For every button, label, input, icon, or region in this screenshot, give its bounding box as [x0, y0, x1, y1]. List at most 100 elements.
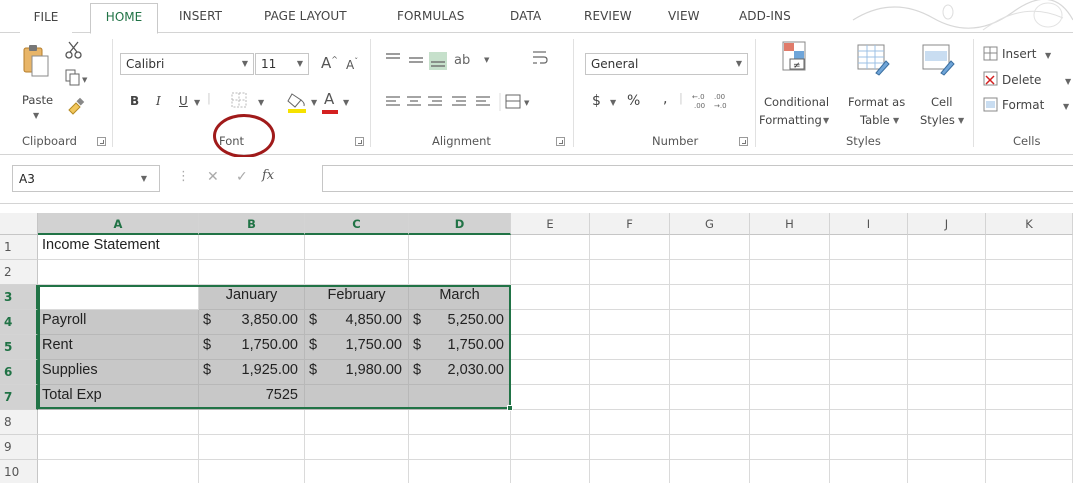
cell-g9[interactable]	[670, 435, 750, 460]
formula-bar-splitter[interactable]: ⋮	[177, 169, 190, 184]
cell-c10[interactable]	[305, 460, 409, 483]
cell-amount[interactable]: $5,250.00	[409, 310, 511, 335]
cell-g6[interactable]	[670, 360, 750, 385]
conditional-formatting-label[interactable]: Conditional	[764, 95, 829, 109]
cell-i8[interactable]	[830, 410, 908, 435]
column-header-i[interactable]: I	[830, 213, 908, 235]
alignment-dialog-launcher[interactable]	[556, 137, 565, 146]
italic-button[interactable]: I	[156, 94, 161, 108]
cell-amount[interactable]: $1,980.00	[305, 360, 409, 385]
cell-f4[interactable]	[590, 310, 670, 335]
fill-color-icon[interactable]	[286, 90, 310, 114]
cell-f6[interactable]	[590, 360, 670, 385]
row-header-9[interactable]: 9	[0, 435, 38, 460]
cell-k9[interactable]	[986, 435, 1073, 460]
tab-formulas[interactable]: FORMULAS	[397, 9, 464, 23]
comma-button[interactable]: ,	[663, 91, 667, 107]
column-header-j[interactable]: J	[908, 213, 986, 235]
tab-insert[interactable]: INSERT	[179, 9, 222, 23]
cell-amount[interactable]: $1,750.00	[409, 335, 511, 360]
cell-d10[interactable]	[409, 460, 511, 483]
cell-h9[interactable]	[750, 435, 830, 460]
cell-b8[interactable]	[199, 410, 305, 435]
cell-b9[interactable]	[199, 435, 305, 460]
format-as-table-label[interactable]: Format as	[848, 95, 905, 109]
cell-d9[interactable]	[409, 435, 511, 460]
decimal-buttons-icon[interactable]: ←.0 .00 .00 →.0	[690, 89, 738, 113]
cell-a9[interactable]	[38, 435, 199, 460]
font-size-combo[interactable]: 11 ▼	[255, 53, 309, 75]
cell-j6[interactable]	[908, 360, 986, 385]
cell-a2[interactable]	[38, 260, 199, 285]
cell-j8[interactable]	[908, 410, 986, 435]
wrap-text-icon[interactable]	[531, 49, 549, 69]
cell-i6[interactable]	[830, 360, 908, 385]
cell-k10[interactable]	[986, 460, 1073, 483]
cell-b1[interactable]	[199, 235, 305, 260]
cell-k1[interactable]	[986, 235, 1073, 260]
cell-i7[interactable]	[830, 385, 908, 410]
cell-c8[interactable]	[305, 410, 409, 435]
cell-e7[interactable]	[511, 385, 590, 410]
row-header-5[interactable]: 5	[0, 335, 38, 360]
cell-amount[interactable]: $1,750.00	[305, 335, 409, 360]
cell-i10[interactable]	[830, 460, 908, 483]
cell-k7[interactable]	[986, 385, 1073, 410]
cell-e10[interactable]	[511, 460, 590, 483]
column-header-b[interactable]: B	[199, 213, 305, 235]
fill-color-dropdown-arrow[interactable]: ▼	[311, 98, 317, 107]
cell-i1[interactable]	[830, 235, 908, 260]
row-header-8[interactable]: 8	[0, 410, 38, 435]
underline-button[interactable]: U	[179, 94, 188, 108]
cell-k8[interactable]	[986, 410, 1073, 435]
cell-h6[interactable]	[750, 360, 830, 385]
delete-cells-icon[interactable]	[983, 71, 999, 87]
cell-e5[interactable]	[511, 335, 590, 360]
cancel-icon[interactable]: ✕	[207, 169, 219, 185]
row-header-10[interactable]: 10	[0, 460, 38, 483]
cell-j5[interactable]	[908, 335, 986, 360]
vertical-alignment-buttons[interactable]: ab ▼	[384, 48, 504, 72]
cell-c9[interactable]	[305, 435, 409, 460]
row-header-1[interactable]: 1	[0, 235, 38, 260]
row-header-7[interactable]: 7	[0, 385, 38, 410]
cell-i3[interactable]	[830, 285, 908, 310]
cell-b2[interactable]	[199, 260, 305, 285]
bold-button[interactable]: B	[130, 94, 139, 108]
cell-h2[interactable]	[750, 260, 830, 285]
cell-amount[interactable]: $1,750.00	[199, 335, 305, 360]
enter-icon[interactable]: ✓	[236, 169, 248, 185]
tab-view[interactable]: VIEW	[668, 9, 700, 23]
cell-e8[interactable]	[511, 410, 590, 435]
cell-k2[interactable]	[986, 260, 1073, 285]
cell-a3[interactable]	[38, 285, 199, 310]
fill-handle[interactable]	[507, 405, 513, 411]
row-header-3[interactable]: 3	[0, 285, 38, 310]
cell-f3[interactable]	[590, 285, 670, 310]
cell-k6[interactable]	[986, 360, 1073, 385]
cell-h1[interactable]	[750, 235, 830, 260]
cell-f2[interactable]	[590, 260, 670, 285]
cell-g2[interactable]	[670, 260, 750, 285]
cell-h8[interactable]	[750, 410, 830, 435]
name-box[interactable]: A3 ▼	[12, 165, 160, 192]
format-as-table-label-2[interactable]: Table	[860, 113, 890, 127]
formula-input[interactable]	[322, 165, 1073, 192]
horizontal-alignment-buttons[interactable]: ▼	[384, 93, 534, 113]
cell-e9[interactable]	[511, 435, 590, 460]
cell-a8[interactable]	[38, 410, 199, 435]
cell-h5[interactable]	[750, 335, 830, 360]
copy-icon[interactable]: ▼	[64, 69, 90, 87]
cell-j3[interactable]	[908, 285, 986, 310]
cell-amount[interactable]: $4,850.00	[305, 310, 409, 335]
column-header-d[interactable]: D	[409, 213, 511, 235]
cell-d7[interactable]	[409, 385, 511, 410]
cell-b10[interactable]	[199, 460, 305, 483]
tab-data[interactable]: DATA	[510, 9, 541, 23]
cell-c2[interactable]	[305, 260, 409, 285]
format-as-table-icon[interactable]	[856, 43, 890, 77]
cell-month-2[interactable]: February	[305, 285, 409, 310]
cell-g4[interactable]	[670, 310, 750, 335]
cell-i5[interactable]	[830, 335, 908, 360]
cell-k4[interactable]	[986, 310, 1073, 335]
